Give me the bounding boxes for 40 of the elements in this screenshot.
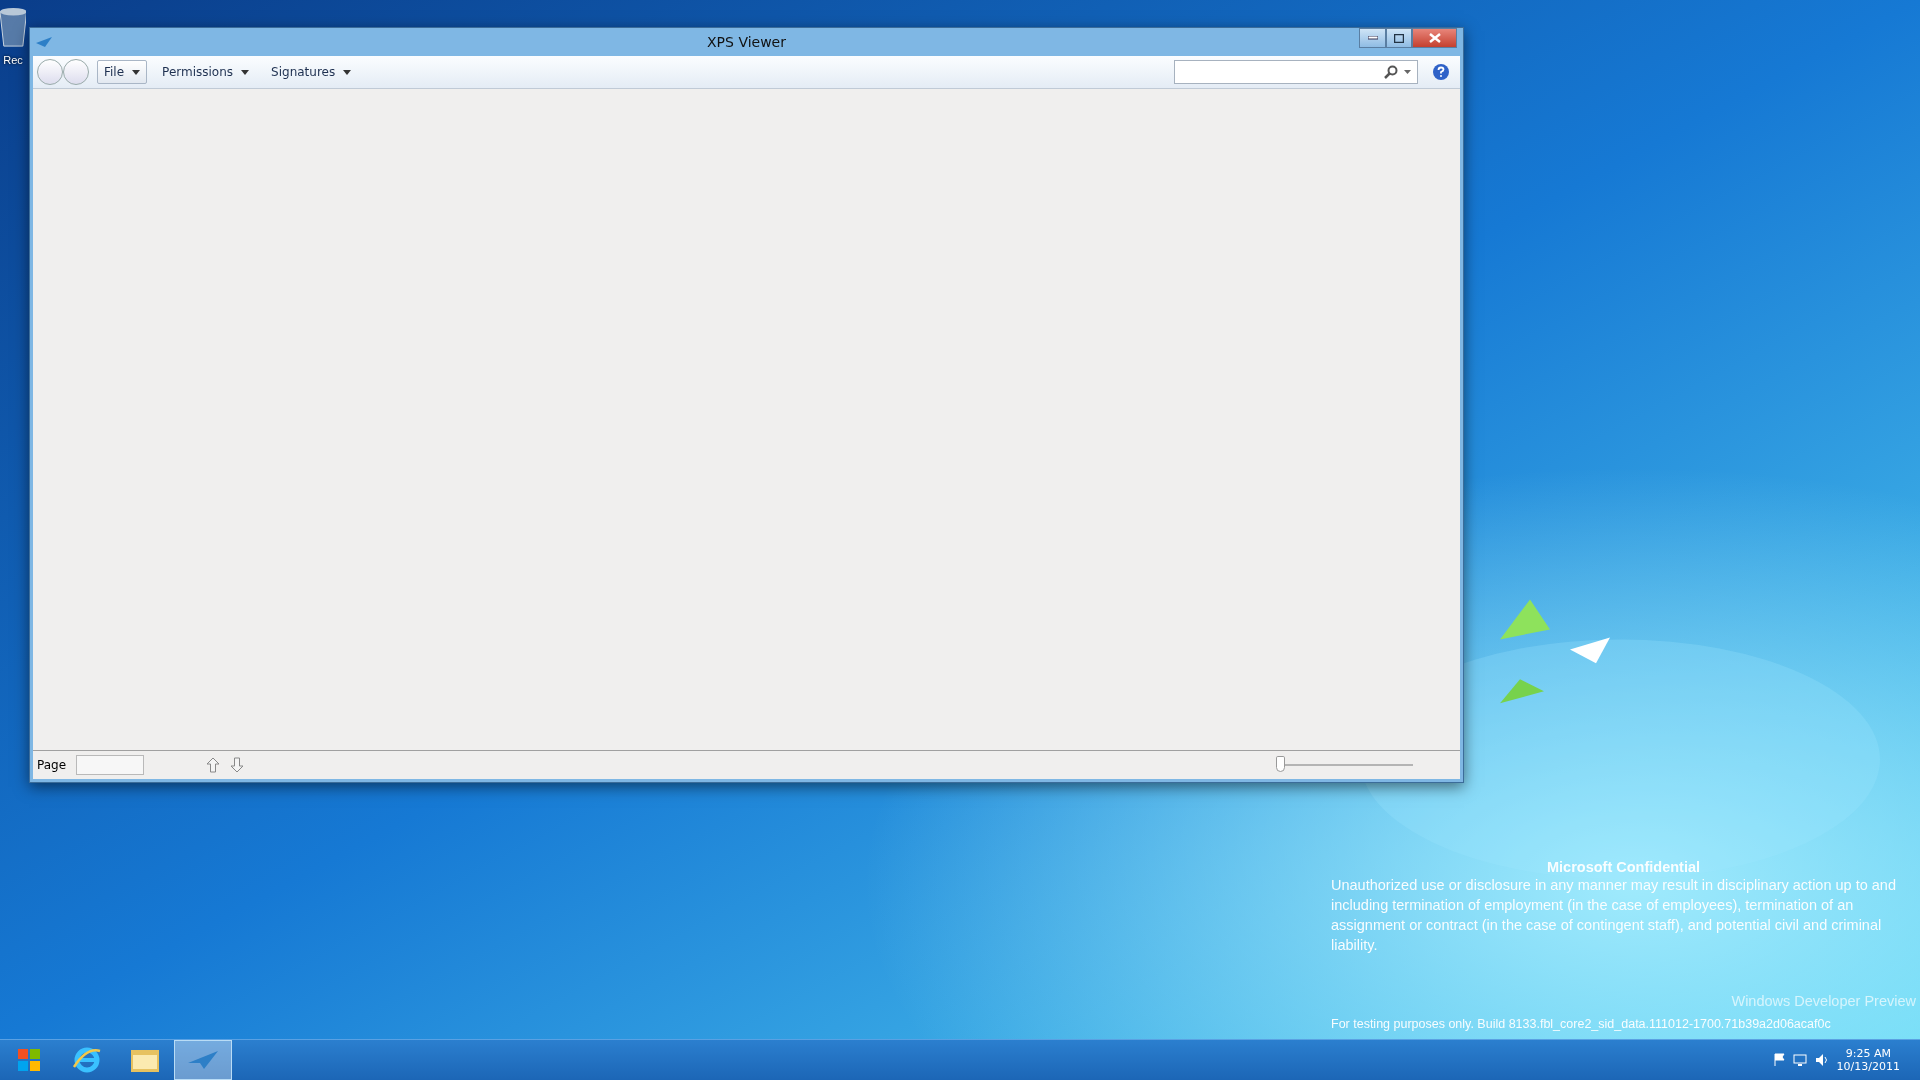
caret-icon[interactable] (1404, 70, 1411, 74)
page-number-field[interactable] (76, 755, 145, 775)
caret-icon (241, 69, 250, 75)
notice-title: Microsoft Confidential (1545, 859, 1702, 875)
paper-plane-icon (186, 1049, 220, 1071)
slider-thumb[interactable] (1275, 756, 1285, 772)
clock[interactable]: 9:25 AM 10/13/2011 (1836, 1047, 1900, 1073)
notice-text: Unauthorized use or disclosure in any manner may result in disciplinary action up to and including termination of employment (in the case of employees), termination of an assignment or contract (in the case of contingent staff), and potential civil and criminal liability. (1331, 876, 1897, 955)
toolbar-menu[interactable]: File (97, 60, 148, 84)
caret-icon (132, 69, 141, 75)
search-field[interactable] (1174, 60, 1418, 84)
toolbar-menu[interactable]: Permissions (155, 60, 257, 84)
recycle-bin-icon[interactable] (0, 8, 26, 48)
maximize-button[interactable] (1386, 28, 1412, 48)
up-arrow-icon[interactable] (206, 757, 221, 773)
close-button[interactable] (1412, 28, 1457, 48)
clock-time: 9:25 AM (1845, 1047, 1891, 1060)
clock-date: 10/13/2011 (1836, 1060, 1900, 1073)
back-button[interactable] (37, 59, 63, 85)
speaker-icon[interactable] (1814, 1053, 1829, 1067)
down-arrow-icon[interactable] (230, 757, 245, 773)
maximize-icon (1394, 33, 1404, 43)
flag-icon[interactable] (1772, 1053, 1785, 1067)
taskbar-app[interactable] (174, 1040, 232, 1080)
desktop-icon-label: Rec (3, 54, 23, 66)
minimize-icon (1367, 36, 1378, 40)
caret-icon (343, 69, 352, 75)
search-icon (1384, 65, 1398, 79)
close-icon (1428, 33, 1441, 43)
windows-logo-icon (17, 1048, 41, 1072)
browser-icon (72, 1045, 102, 1075)
edition-text: Windows Developer Preview (1730, 993, 1916, 1009)
toolbar-menu[interactable]: Signatures (264, 60, 359, 84)
app-icon (36, 37, 52, 47)
forward-button[interactable] (63, 59, 89, 85)
network-icon[interactable] (1792, 1053, 1807, 1067)
help-icon[interactable] (1432, 63, 1450, 81)
build-text: For testing purposes only. Build 8133.fbl_core2_sid_data.111012-1700.71b39a2d06acaf0c (1331, 1017, 1832, 1031)
page-label: Page (37, 758, 67, 772)
window-title: XPS Viewer (707, 34, 786, 50)
